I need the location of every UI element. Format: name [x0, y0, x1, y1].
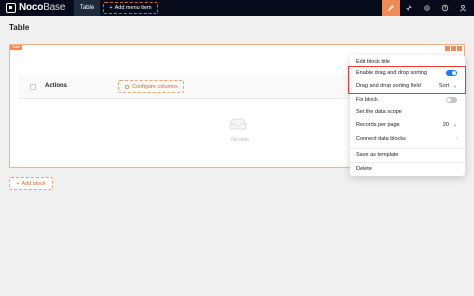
- block-toolbar: [445, 46, 462, 51]
- highlight-annotation-box: [348, 66, 466, 94]
- add-icon[interactable]: [451, 46, 456, 51]
- plug-icon: [406, 5, 412, 11]
- user-icon: [459, 4, 467, 12]
- empty-state-text: No data: [231, 137, 249, 143]
- app-logo[interactable]: NocoBase: [6, 2, 65, 13]
- add-block-label: Add block: [21, 180, 46, 187]
- top-navbar: NocoBase Table + Add menu item: [0, 0, 474, 16]
- nav-tab-table[interactable]: Table: [74, 0, 100, 16]
- menu-item-set-data-scope[interactable]: Set the data scope: [350, 106, 465, 118]
- chevron-down-icon: ▼: [453, 122, 457, 128]
- configure-columns-label: Configure columns: [132, 83, 178, 90]
- menu-item-save-as-template[interactable]: Save as template: [350, 149, 465, 161]
- fix-block-switch[interactable]: [446, 97, 457, 103]
- settings-button[interactable]: [418, 0, 436, 16]
- user-menu-button[interactable]: [454, 0, 472, 16]
- block-settings-icon[interactable]: [457, 46, 462, 51]
- logo-icon: [6, 2, 16, 13]
- configure-columns-button[interactable]: Configure columns: [118, 80, 184, 93]
- menu-item-fix-block[interactable]: Fix block: [350, 94, 465, 106]
- menu-item-connect-data-blocks[interactable]: Connect data blocks ›: [350, 133, 465, 145]
- page-title: Table: [9, 23, 30, 32]
- chevron-right-icon: ›: [456, 136, 458, 142]
- logo-text-bold: Noco: [19, 2, 44, 13]
- pencil-highlight-icon: [387, 5, 394, 12]
- actions-column-header: Actions: [45, 83, 68, 89]
- add-menu-item-label: Add menu item: [114, 5, 152, 11]
- ui-editor-toggle-button[interactable]: [382, 0, 400, 16]
- help-button[interactable]: [436, 0, 454, 16]
- plugin-manager-button[interactable]: [400, 0, 418, 16]
- empty-inbox-icon: [229, 118, 247, 130]
- drag-handle-icon[interactable]: [445, 46, 450, 51]
- gear-icon: [124, 84, 130, 89]
- block-collection-tag: Table: [10, 45, 23, 50]
- select-all-checkbox[interactable]: [30, 84, 36, 90]
- help-circle-icon: [441, 4, 449, 12]
- records-per-page-value: 20: [442, 122, 449, 128]
- logo-text-light: Base: [43, 2, 66, 13]
- plus-icon: +: [109, 5, 113, 11]
- menu-item-delete[interactable]: Delete: [350, 163, 465, 175]
- menu-item-records-per-page[interactable]: Records per page 20 ▼: [350, 119, 465, 131]
- gear-icon: [424, 5, 430, 11]
- plus-icon: +: [16, 180, 20, 187]
- add-block-button[interactable]: + Add block: [9, 177, 53, 190]
- add-menu-item-button[interactable]: + Add menu item: [103, 2, 158, 14]
